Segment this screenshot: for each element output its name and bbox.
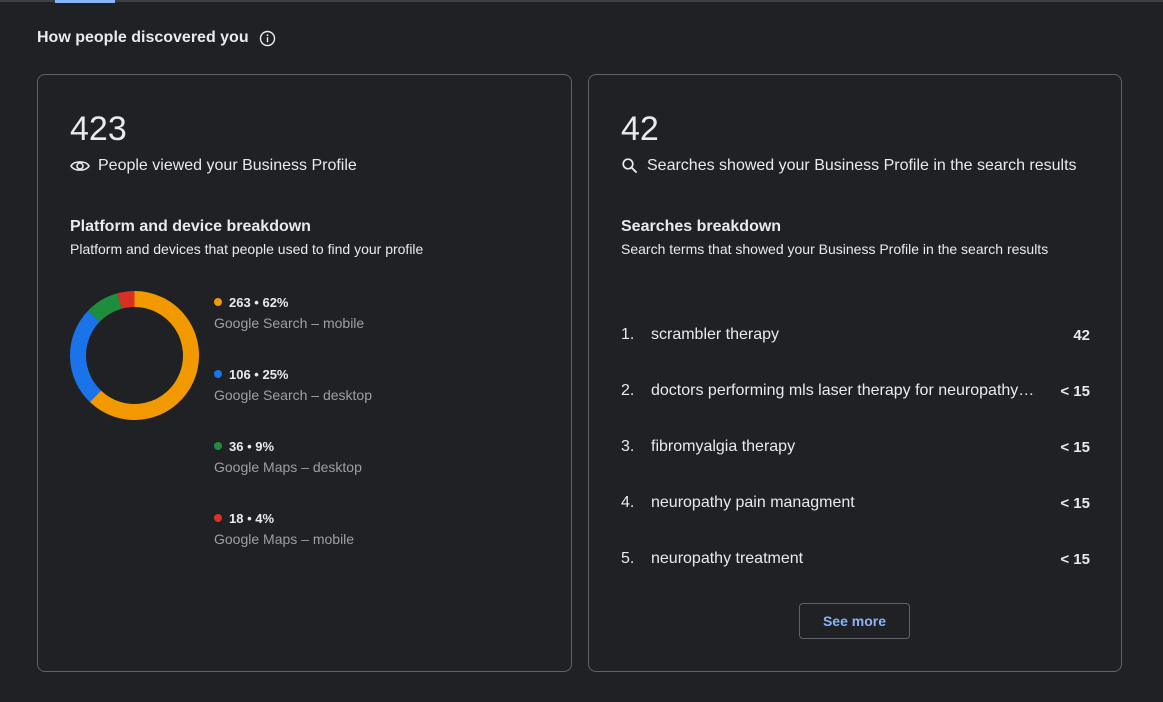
- search-term: fibromyalgia therapy: [651, 438, 796, 455]
- legend-item: 106 • 25% Google Search – desktop: [214, 364, 372, 436]
- views-count: 423: [70, 110, 127, 148]
- searches-breakdown-title: Searches breakdown: [621, 218, 782, 235]
- search-term-row: 5. neuropathy treatment < 15: [621, 531, 1090, 587]
- search-count: < 15: [1060, 494, 1090, 512]
- legend-stat: 263 • 62%: [229, 294, 289, 310]
- legend-item: 18 • 4% Google Maps – mobile: [214, 508, 372, 580]
- active-tab-indicator: [55, 0, 115, 3]
- legend-color-dot: [214, 514, 222, 522]
- legend-stat-row: 36 • 9%: [214, 436, 372, 456]
- searches-breakdown-subtitle: Search terms that showed your Business P…: [621, 241, 1049, 257]
- legend-stat-row: 18 • 4%: [214, 508, 372, 528]
- search-rank: 5.: [621, 550, 635, 567]
- legend-label: Google Search – mobile: [214, 315, 365, 331]
- legend-stat: 36 • 9%: [229, 438, 275, 454]
- legend-item: 36 • 9% Google Maps – desktop: [214, 436, 372, 508]
- search-term-row: 3. fibromyalgia therapy < 15: [621, 419, 1090, 475]
- section-header: How people discovered you: [37, 27, 276, 49]
- donut-segment: [117, 291, 135, 309]
- legend-color-dot: [214, 442, 222, 450]
- search-rank: 1.: [621, 326, 635, 343]
- search-rank: 3.: [621, 438, 635, 455]
- search-term: neuropathy treatment: [651, 550, 804, 567]
- legend-label: Google Maps – desktop: [214, 459, 362, 475]
- search-term: scrambler therapy: [651, 326, 780, 343]
- search-icon: [621, 157, 639, 175]
- platform-legend: 263 • 62% Google Search – mobile 106 • 25%…: [214, 292, 372, 580]
- legend-label: Google Search – desktop: [214, 387, 372, 403]
- search-count: < 15: [1060, 438, 1090, 456]
- legend-stat: 18 • 4%: [229, 510, 275, 526]
- donut-segment: [89, 291, 199, 420]
- platform-donut-chart: [70, 291, 199, 420]
- search-terms-list: 1. scrambler therapy 42 2. doctors performin…: [621, 307, 1090, 587]
- legend-stat-row: 263 • 62%: [214, 292, 372, 312]
- searches-label: Searches showed your Business Profile in…: [647, 157, 1077, 174]
- breakdown-title: Platform and device breakdown: [70, 218, 311, 235]
- donut-segment: [88, 293, 123, 323]
- searches-card: 42 Searches showed your Business Profile…: [588, 74, 1122, 672]
- views-label: People viewed your Business Profile: [98, 157, 357, 174]
- search-rank: 2.: [621, 382, 635, 399]
- search-term: doctors performing mls laser therapy for…: [651, 382, 1050, 399]
- section-title: How people discovered you: [37, 29, 249, 46]
- see-more-button[interactable]: See more: [799, 603, 910, 639]
- legend-stat: 106 • 25%: [229, 366, 289, 382]
- search-count: < 15: [1060, 382, 1090, 400]
- search-count: < 15: [1060, 550, 1090, 568]
- donut-segment: [70, 310, 102, 403]
- search-count: 42: [1073, 326, 1090, 344]
- eye-icon: [70, 159, 90, 173]
- views-label-row: People viewed your Business Profile: [70, 157, 357, 175]
- legend-color-dot: [214, 370, 222, 378]
- views-card: 423 People viewed your Business Profile …: [37, 74, 572, 672]
- legend-item: 263 • 62% Google Search – mobile: [214, 292, 372, 364]
- searches-count: 42: [621, 110, 659, 148]
- breakdown-subtitle: Platform and devices that people used to…: [70, 241, 424, 257]
- search-rank: 4.: [621, 494, 635, 511]
- search-term-row: 2. doctors performing mls laser therapy f…: [621, 363, 1090, 419]
- info-icon[interactable]: [259, 30, 276, 47]
- searches-label-row: Searches showed your Business Profile in…: [621, 157, 1077, 175]
- search-term: neuropathy pain managment: [651, 494, 855, 511]
- search-term-row: 1. scrambler therapy 42: [621, 307, 1090, 363]
- top-divider: [0, 0, 1163, 2]
- legend-stat-row: 106 • 25%: [214, 364, 372, 384]
- legend-color-dot: [214, 298, 222, 306]
- legend-label: Google Maps – mobile: [214, 531, 355, 547]
- search-term-row: 4. neuropathy pain managment < 15: [621, 475, 1090, 531]
